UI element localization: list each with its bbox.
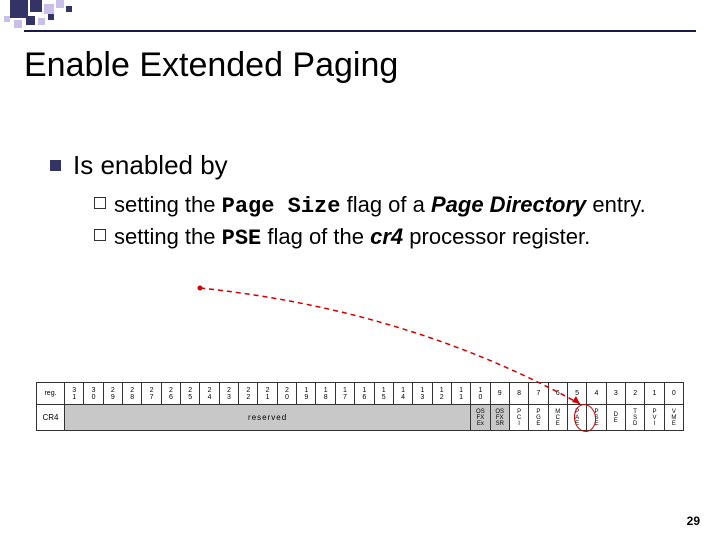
deco-squares — [0, 0, 720, 30]
slide-title: Enable Extended Paging — [24, 46, 398, 85]
reserved-cell: reserved — [65, 405, 471, 431]
subitem-2: setting the PSE flag of the cr4 processo… — [94, 222, 654, 254]
pse-cell: PSE — [587, 405, 606, 431]
bullet-icon — [50, 160, 61, 171]
cr4-table: reg. 31 30 29 28 27 26 25 24 23 22 21 20… — [36, 382, 684, 431]
page-number: 29 — [687, 514, 700, 528]
rowlabel-hdr: reg. — [37, 383, 65, 405]
rowlabel-cr4: CR4 — [37, 405, 65, 431]
bullet-row: Is enabled by — [50, 150, 228, 181]
title-rule — [24, 30, 696, 32]
bit-index-row: reg. 31 30 29 28 27 26 25 24 23 22 21 20… — [37, 383, 684, 405]
bullet-text: Is enabled by — [73, 150, 228, 181]
cr4-row: CR4 reserved OSFXEx OSFXSR PCI PGE MCE P… — [37, 405, 684, 431]
sublist: setting the Page Size flag of a Page Dir… — [94, 190, 654, 253]
subitem-1: setting the Page Size flag of a Page Dir… — [94, 190, 654, 222]
